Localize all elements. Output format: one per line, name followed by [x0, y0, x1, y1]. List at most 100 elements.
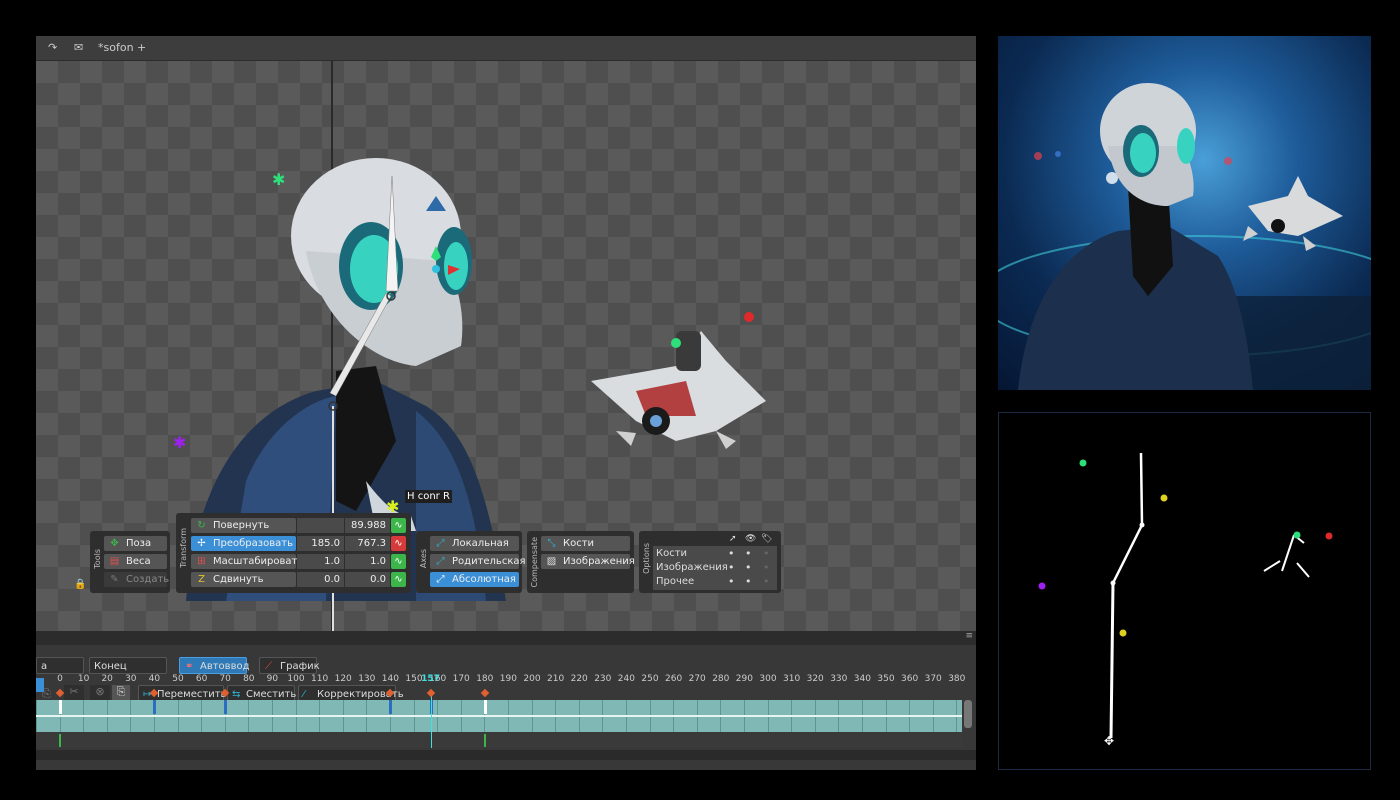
skeleton-bone — [1111, 524, 1144, 584]
keyframe-bar[interactable] — [224, 700, 228, 714]
translate-key-button[interactable]: ∿ — [391, 536, 406, 551]
skeleton-controller — [1038, 582, 1046, 590]
rotate-button[interactable]: ↻ Повернуть — [191, 518, 296, 533]
ruler-tick-label: 380 — [948, 674, 966, 684]
timeline-ruler[interactable]: 0 10 20 30 40 50 60 70 80 90 100 110 120 130 140 150 160… — [36, 672, 976, 698]
vertical-scrollbar[interactable] — [964, 700, 972, 728]
ruler-tick-label: 250 — [641, 674, 659, 684]
option-toggle[interactable]: • — [763, 561, 770, 574]
absolute-axes-icon: ⤢ — [436, 574, 445, 585]
option-toggle[interactable]: • — [745, 561, 752, 574]
splitter[interactable]: ≡ — [36, 631, 976, 645]
horizontal-scrollbar[interactable] — [36, 750, 976, 760]
options-panel: Options ➚ 👁 🏷 Кости Изображения Прочее •… — [639, 531, 781, 593]
translate-label: Преобразовать — [213, 538, 293, 549]
local-axes-icon: ⤢ — [436, 538, 445, 549]
option-toggle[interactable]: • — [745, 575, 752, 588]
ruler-tick-label: 10 — [77, 674, 90, 684]
ruler-tick-label: 90 — [266, 674, 279, 684]
axes-absolute-button[interactable]: ⤢ Абсолютная — [430, 572, 519, 587]
skeleton-bone — [1296, 562, 1310, 578]
ruler-tick-label: 40 — [148, 674, 161, 684]
ruler-tick-label: 310 — [783, 674, 801, 684]
option-toggle[interactable]: • — [763, 575, 770, 588]
scale-key-button[interactable]: ∿ — [391, 554, 406, 569]
skeleton-controller — [1079, 459, 1087, 467]
bone-icon: ⤡ — [547, 538, 556, 549]
compensate-images-label: Изображения — [563, 556, 635, 567]
option-toggle[interactable]: • — [745, 547, 752, 560]
parent-axes-icon: ⤢ — [436, 556, 445, 567]
ruler-tick-label: 50 — [172, 674, 184, 684]
timeline-track[interactable] — [36, 700, 962, 732]
current-frame-label[interactable]: 157 — [421, 674, 440, 684]
compensate-bones-label: Кости — [563, 538, 595, 549]
redo-icon[interactable]: ↷ — [48, 41, 57, 54]
shear-y-value[interactable]: 0.0 — [345, 572, 390, 587]
lock-icon[interactable]: 🔒 — [74, 579, 86, 590]
keyframe-bar[interactable] — [153, 700, 157, 714]
rotate-label: Повернуть — [213, 520, 270, 531]
drone-sprite — [591, 331, 766, 449]
keyframe-bar[interactable] — [483, 700, 487, 714]
option-toggle[interactable]: • — [728, 561, 735, 574]
keyframe-bar[interactable] — [59, 700, 62, 714]
rotate-value-2[interactable]: 89.988 — [345, 518, 390, 533]
skeleton-view: ✥ — [998, 412, 1371, 770]
skeleton-controller — [1160, 494, 1168, 502]
translate-x-value[interactable]: 185.0 — [297, 536, 344, 551]
ruler-tick-label: 300 — [759, 674, 777, 684]
option-toggle[interactable]: • — [763, 547, 770, 560]
rotate-value-1[interactable] — [297, 518, 344, 533]
options-grid: Кости Изображения Прочее • • • • • • • •… — [653, 546, 777, 590]
document-tab[interactable]: *sofon + — [98, 41, 146, 54]
translate-y-value[interactable]: 767.3 — [345, 536, 390, 551]
timeline-track-row — [36, 732, 962, 748]
ruler-tick-label: 330 — [830, 674, 848, 684]
canvas-viewport[interactable]: ✱ ✱ ✱ H conr R 🔒 Tools ✥ Поза ▤ Веса ✎ Созд… — [36, 61, 976, 631]
translate-button[interactable]: ✢ Преобразовать — [191, 536, 296, 551]
eye-icon: 👁 — [745, 534, 757, 544]
compensate-bones-button[interactable]: ⤡ Кости — [541, 536, 630, 551]
pose-button[interactable]: ✥ Поза — [104, 536, 167, 551]
ruler-tick-label: 270 — [688, 674, 706, 684]
axes-parent-button[interactable]: ⤢ Родительская — [430, 554, 526, 569]
create-button[interactable]: ✎ Создать — [104, 572, 169, 587]
track-divider — [36, 715, 962, 717]
axes-local-button[interactable]: ⤢ Локальная — [430, 536, 519, 551]
ruler-tick-label: 70 — [219, 674, 231, 684]
rotate-key-button[interactable]: ∿ — [391, 518, 406, 533]
ruler-tick-label: 360 — [901, 674, 919, 684]
playhead[interactable] — [430, 690, 432, 748]
compensate-images-button[interactable]: ▨ Изображения — [541, 554, 635, 569]
keyframe-green[interactable] — [483, 734, 486, 747]
skeleton-controller — [1119, 629, 1127, 637]
ruler-tick-label: 260 — [665, 674, 683, 684]
scale-y-value[interactable]: 1.0 — [345, 554, 390, 569]
scale-button[interactable]: ⊞ Масштабировать — [191, 554, 303, 569]
ruler-tick-label: 280 — [712, 674, 730, 684]
envelope-icon[interactable]: ✉ — [74, 41, 83, 54]
shear-button[interactable]: Z Сдвинуть — [191, 572, 296, 587]
frame-field[interactable] — [36, 678, 44, 692]
shear-icon: Z — [198, 574, 205, 585]
compensate-title: Compensate — [530, 537, 539, 588]
menu-icon[interactable]: ≡ — [965, 631, 973, 641]
weights-button[interactable]: ▤ Веса — [104, 554, 167, 569]
axes-panel: Axes ⤢ Локальная ⤢ Родительская ⤢ Абсолютна… — [416, 531, 526, 593]
skeleton-joint — [1139, 522, 1145, 528]
axes-absolute-label: Абсолютная — [452, 574, 516, 585]
keyframe-green[interactable] — [59, 734, 61, 747]
shear-x-value[interactable]: 0.0 — [297, 572, 344, 587]
options-title: Options — [642, 543, 651, 574]
skeleton-controller — [1293, 531, 1301, 539]
keyframe-bar[interactable] — [389, 700, 393, 714]
option-toggle[interactable]: • — [728, 547, 735, 560]
ruler-tick-label: 370 — [924, 674, 942, 684]
options-row-other: Прочее — [656, 576, 695, 587]
scale-x-value[interactable]: 1.0 — [297, 554, 344, 569]
ruler-tick-label: 210 — [547, 674, 565, 684]
option-toggle[interactable]: • — [728, 575, 735, 588]
ruler-tick-label: 240 — [617, 674, 635, 684]
shear-key-button[interactable]: ∿ — [391, 572, 406, 587]
